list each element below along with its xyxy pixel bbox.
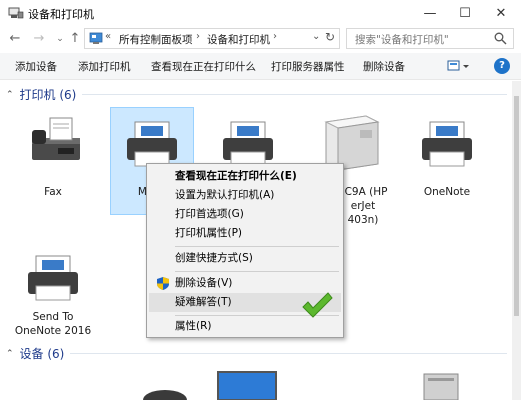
remove-device-button[interactable]: 删除设备: [363, 59, 405, 74]
computer-tower-icon: [423, 373, 459, 400]
menu-item-set-default[interactable]: 设置为默认打印机(A): [149, 186, 341, 205]
menu-item-create-shortcut[interactable]: 创建快捷方式(S): [149, 249, 341, 268]
group-header-devices[interactable]: ⌃ 设备 (6): [6, 345, 64, 362]
group-divider: [82, 94, 507, 95]
search-icon[interactable]: [494, 32, 507, 45]
see-whats-printing-button[interactable]: 查看现在正在打印什么: [151, 59, 256, 74]
list-item-onenote[interactable]: OneNote: [404, 112, 490, 204]
menu-item-printer-properties[interactable]: 打印机属性(P): [149, 224, 341, 243]
menu-item-printing-preferences[interactable]: 打印首选项(G): [149, 205, 341, 224]
breadcrumb-separator[interactable]: ›: [273, 31, 277, 42]
control-panel-icon: [89, 32, 103, 44]
minimize-button[interactable]: —: [413, 0, 447, 26]
uac-shield-icon: [157, 277, 169, 290]
item-label: OneNote 2016: [14, 325, 92, 337]
collapse-chevron-icon[interactable]: ⌃: [6, 90, 14, 100]
add-device-button[interactable]: 添加设备: [15, 59, 57, 74]
monitor-icon: [217, 371, 277, 400]
search-placeholder: 搜索"设备和打印机": [355, 34, 449, 46]
menu-separator: [175, 246, 339, 247]
menu-item-see-whats-printing[interactable]: 查看现在正在打印什么(E): [149, 167, 341, 186]
address-dropdown-icon[interactable]: ⌄: [312, 31, 320, 42]
recent-locations-dropdown[interactable]: ⌄: [52, 30, 68, 48]
command-bar: 添加设备 添加打印机 查看现在正在打印什么 打印服务器属性 删除设备 ?: [0, 53, 521, 80]
list-item-send-to-onenote[interactable]: Send To OneNote 2016: [10, 246, 96, 338]
collapse-chevron-icon[interactable]: ⌃: [6, 349, 14, 359]
breadcrumb-devices-printers[interactable]: 设备和打印机: [207, 32, 270, 47]
close-button[interactable]: ✕: [484, 0, 518, 26]
group-label-printers: 打印机 (6): [19, 88, 77, 102]
item-label: Fax: [44, 186, 62, 198]
item-label: Send To: [32, 311, 74, 323]
change-view-icon[interactable]: [446, 59, 470, 74]
menu-item-label: 删除设备(V): [175, 277, 233, 289]
up-button[interactable]: ↑: [67, 30, 83, 48]
search-input[interactable]: 搜索"设备和打印机": [346, 28, 514, 49]
devices-printers-icon: [8, 7, 24, 19]
checkmark-icon: [302, 292, 333, 318]
navigation-bar: ← → ⌄ ↑ « 所有控制面板项 › 设备和打印机 › ⌄ ↻ 搜索"设备和打…: [0, 26, 521, 52]
group-divider: [70, 353, 507, 354]
root-chevron[interactable]: «: [105, 31, 111, 42]
breadcrumb-separator[interactable]: ›: [196, 31, 200, 42]
back-button[interactable]: ←: [7, 30, 23, 48]
help-icon[interactable]: ?: [494, 58, 510, 74]
fax-icon: [32, 117, 80, 160]
print-server-properties-button[interactable]: 打印服务器属性: [271, 59, 345, 74]
title-bar: 设备和打印机 — ☐ ✕: [0, 0, 521, 26]
printer-icon: [28, 255, 78, 301]
breadcrumb-control-panel[interactable]: 所有控制面板项: [119, 32, 193, 47]
group-label-devices: 设备 (6): [19, 347, 65, 361]
refresh-icon[interactable]: ↻: [325, 30, 335, 44]
maximize-button[interactable]: ☐: [448, 0, 482, 26]
scrollbar-thumb[interactable]: [514, 96, 519, 316]
address-bar[interactable]: « 所有控制面板项 › 设备和打印机 › ⌄ ↻: [84, 28, 340, 49]
forward-button[interactable]: →: [31, 30, 47, 48]
printer-icon: [422, 121, 472, 167]
window-title: 设备和打印机: [28, 8, 94, 21]
list-item-fax[interactable]: Fax: [10, 112, 96, 204]
menu-separator: [175, 271, 339, 272]
item-label: OneNote: [423, 186, 471, 198]
speaker-icon: [143, 390, 187, 400]
group-header-printers[interactable]: ⌃ 打印机 (6): [6, 86, 76, 103]
add-printer-button[interactable]: 添加打印机: [78, 59, 131, 74]
